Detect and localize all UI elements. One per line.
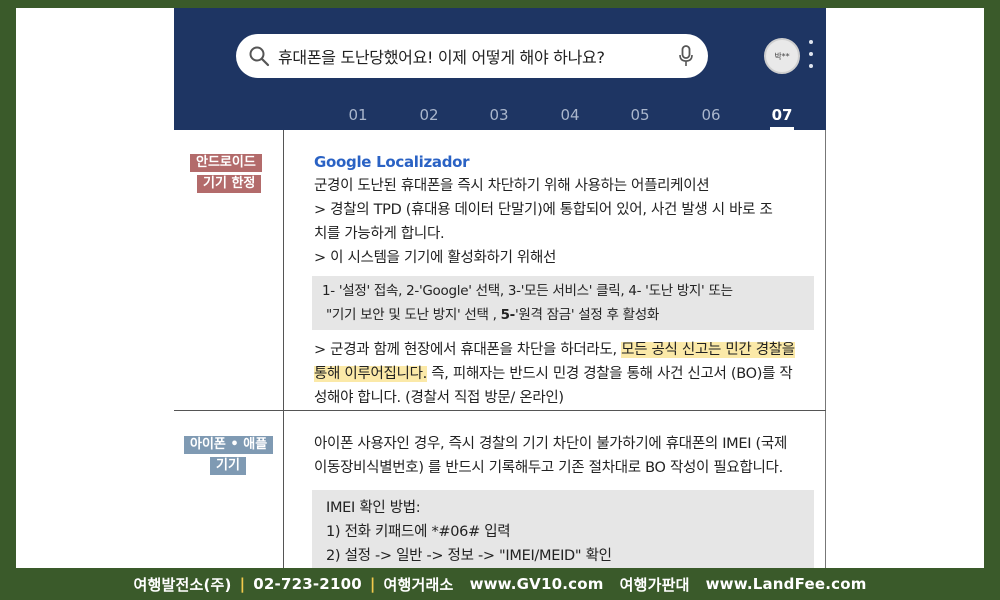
footer-site2[interactable]: www.LandFee.com (706, 575, 867, 593)
search-bar[interactable]: 휴대폰을 도난당했어요! 이제 어떻게 해야 하나요? (236, 34, 708, 78)
steps-line2-num: 5- (500, 307, 516, 323)
footer-label1: 여행거래소 (383, 575, 454, 594)
footer-separator: | (239, 575, 246, 593)
note-highlight: 통해 이루어집니다. (314, 366, 427, 382)
note-line3: 성해야 합니다. (경찰서 직접 방문/ 온라인) (314, 390, 564, 406)
imei-line3: 2) 설정 -> 일반 -> 정보 -> "IMEI/MEID" 확인 (326, 548, 612, 564)
tab-02[interactable]: 02 (409, 106, 449, 124)
note-text: 즉, 피해자는 반드시 민경 경찰을 통해 사건 신고서 (BO)를 작 (426, 366, 793, 382)
search-query[interactable]: 휴대폰을 도난당했어요! 이제 어떻게 해야 하나요? (278, 44, 678, 68)
iphone-badge-line2: 기기 (210, 457, 246, 475)
android-section: Google Localizador 군경이 도난된 휴대폰을 즉시 차단하기 … (312, 150, 819, 410)
note-text: > 군경과 함께 현장에서 휴대폰을 차단을 하더라도, (314, 342, 622, 358)
footer-separator: | (369, 575, 376, 593)
note-highlight: 모든 공식 신고는 민간 경찰을 (621, 342, 795, 358)
imei-line1: IMEI 확인 방법: (326, 500, 421, 516)
imei-line2: 1) 전화 키패드에 *#06# 입력 (326, 524, 511, 540)
mic-icon[interactable] (678, 45, 694, 67)
android-line3: 치를 가능하게 합니다. (314, 226, 445, 242)
content-table: 안드로이드 기기 한정 Google Localizador 군경이 도난된 휴… (174, 130, 826, 568)
tab-03[interactable]: 03 (479, 106, 519, 124)
tab-05[interactable]: 05 (620, 106, 660, 124)
right-border (825, 130, 826, 568)
steps-line2-text: "기기 보안 및 도난 방지' 선택 , (326, 307, 501, 323)
steps-box: 1- '설정' 접속, 2-'Google' 선택, 3-'모든 서비스' 클릭… (312, 276, 814, 330)
tab-bar: 01 02 03 04 05 06 07 (174, 106, 826, 130)
android-desc: 군경이 도난된 휴대폰을 즉시 차단하기 위해 사용하는 어플리케이션 (314, 178, 710, 194)
footer-bar: 여행발전소(주) | 02-723-2100 | 여행거래소 www.GV10.… (0, 568, 1000, 600)
footer-site1[interactable]: www.GV10.com (470, 575, 604, 593)
section-title: Google Localizador (314, 153, 470, 171)
iphone-badge-line1: 아이폰 • 애플 (184, 436, 274, 454)
tab-06[interactable]: 06 (691, 106, 731, 124)
iphone-line1: 아이폰 사용자인 경우, 즉시 경찰의 기기 차단이 불가하기에 휴대폰의 IM… (314, 436, 787, 452)
avatar[interactable]: 박** (764, 38, 800, 74)
tab-04[interactable]: 04 (550, 106, 590, 124)
app-header: 휴대폰을 도난당했어요! 이제 어떻게 해야 하나요? 박** 01 02 03… (174, 8, 826, 130)
screenshot-frame: 휴대폰을 도난당했어요! 이제 어떻게 해야 하나요? 박** 01 02 03… (16, 8, 984, 568)
android-line4: > 이 시스템을 기기에 활성화하기 위해선 (314, 250, 557, 266)
android-badge-line2: 기기 한정 (197, 175, 262, 193)
note-line2: 통해 이루어집니다. 즉, 피해자는 반드시 민경 경찰을 통해 사건 신고서 … (314, 362, 819, 386)
column-divider (283, 130, 284, 568)
android-badge-line1: 안드로이드 (190, 154, 262, 172)
note-line1: > 군경과 함께 현장에서 휴대폰을 차단을 하더라도, 모든 공식 신고는 민… (314, 338, 819, 362)
steps-line2-end: '원격 잠금' 설정 후 활성화 (514, 307, 659, 323)
footer-label2: 여행가판대 (619, 575, 690, 594)
tab-07[interactable]: 07 (762, 106, 802, 130)
row-divider (174, 410, 826, 411)
android-line2: > 경찰의 TPD (휴대용 데이터 단말기)에 통합되어 있어, 사건 발생 … (314, 202, 773, 218)
iphone-line2: 이동장비식별번호) 를 반드시 기록해두고 기존 절차대로 BO 작성이 필요합… (314, 460, 783, 476)
steps-line2: "기기 보안 및 도난 방지' 선택 , 5-'원격 잠금' 설정 후 활성화 (322, 303, 804, 327)
imei-box: IMEI 확인 방법: 1) 전화 키패드에 *#06# 입력 2) 설정 ->… (312, 490, 814, 568)
iphone-section: 아이폰 사용자인 경우, 즉시 경찰의 기기 차단이 불가하기에 휴대폰의 IM… (312, 432, 819, 568)
search-icon (249, 46, 270, 67)
steps-line1: 1- '설정' 접속, 2-'Google' 선택, 3-'모든 서비스' 클릭… (322, 283, 733, 299)
tab-01[interactable]: 01 (338, 106, 378, 124)
footer-phone: 02-723-2100 (253, 575, 362, 593)
more-vert-icon[interactable] (806, 40, 816, 68)
footer-company: 여행발전소(주) (133, 575, 232, 594)
